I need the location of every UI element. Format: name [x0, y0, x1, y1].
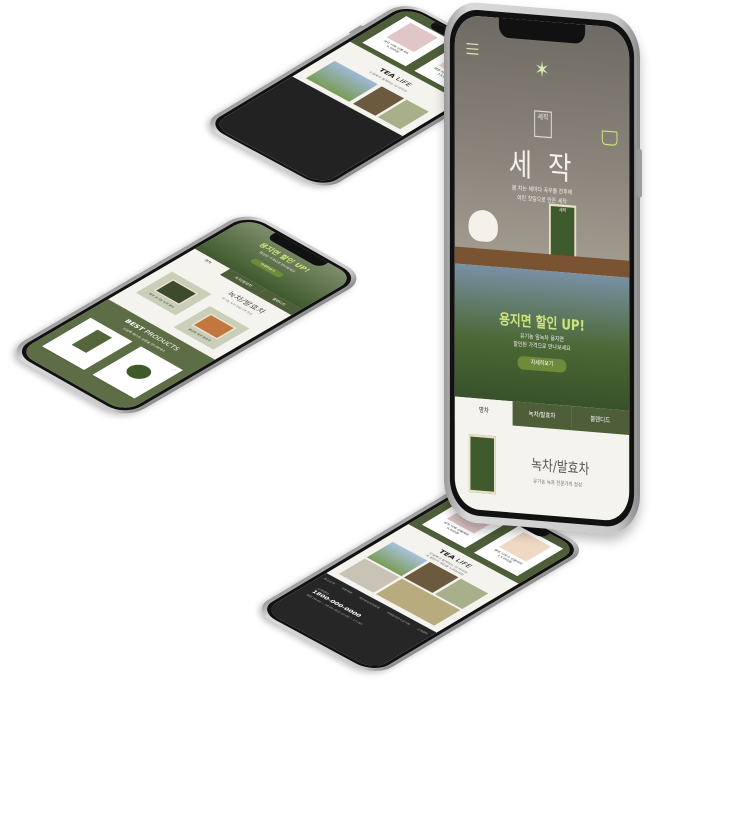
heart-icon[interactable]: ♡ — [169, 368, 177, 373]
menu-icon[interactable] — [466, 39, 479, 58]
power-button — [637, 148, 642, 198]
tab-famous[interactable]: 명차 — [454, 396, 513, 426]
cs-hours: 평일 09:00 ~ 18:00 (점심 12:00 ~ 13:00) — [305, 594, 363, 626]
tab-blended[interactable]: 블렌디드 — [571, 406, 630, 435]
promo-title-accent: UP! — [561, 315, 585, 335]
footer-link[interactable]: 회사소개 — [322, 578, 335, 585]
phone-screen: ✶ 세작 세 작 봄 차는 해마다 곡우를 전후해 여린 찻잎으로 만든 세작 … — [454, 14, 630, 523]
best-section: BEST PRODUCTS 오설록 베스트 상품을 만나보세요 ♡ — [17, 299, 216, 413]
promo-button[interactable]: 자세히보기 — [517, 355, 567, 373]
product-image — [71, 329, 113, 353]
footer-link[interactable]: 이메일무단수집거부 — [385, 611, 411, 626]
hero-badge: 세작 — [534, 110, 552, 139]
tab-green[interactable]: 녹차/발효차 — [512, 401, 572, 431]
product-tile[interactable]: 제주 유기농 녹차 골드 — [135, 271, 212, 316]
category-product[interactable] — [468, 433, 496, 495]
promo-title-main: 용지면 할인 — [499, 310, 562, 333]
hero: ✶ 세작 세 작 봄 차는 해마다 곡우를 전후해 여린 찻잎으로 만든 세작 … — [454, 14, 630, 271]
cart-icon[interactable] — [601, 130, 618, 147]
logo-star-icon[interactable]: ✶ — [531, 57, 553, 85]
promo-banner: 용지면 할인 UP! 유기농 잎녹차 용지면 할인된 가격으로 만나보세요 자세… — [454, 263, 630, 411]
footer-link[interactable]: 개인정보처리방침 — [357, 596, 381, 610]
footer-link[interactable]: 고객센터 — [415, 628, 428, 635]
teapot — [468, 208, 498, 243]
handwriting-title: 녹차/발효차 — [531, 456, 590, 478]
category-desc: 유기농 녹차 전문가의 정성 — [533, 479, 583, 490]
product-image — [121, 361, 157, 382]
footer-link[interactable]: 이용약관 — [340, 587, 353, 594]
